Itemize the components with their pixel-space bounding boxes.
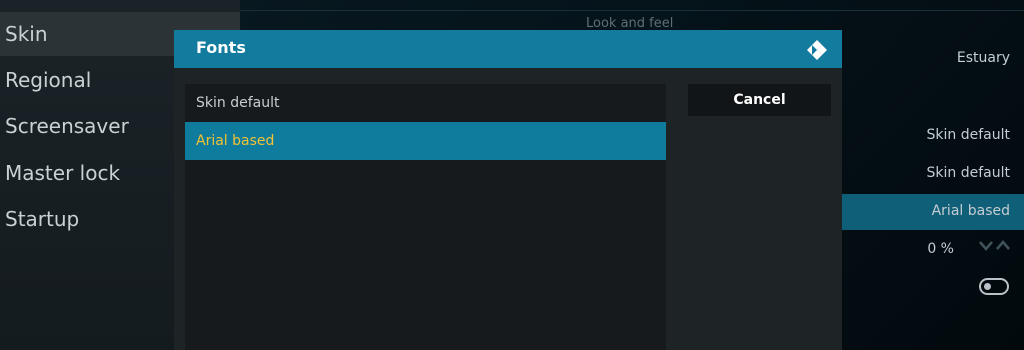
colours-setting-value[interactable]: Skin default (927, 165, 1010, 181)
dialog-header: Fonts (174, 30, 842, 68)
section-header: Look and feel (586, 16, 674, 31)
skin-setting-value[interactable]: Estuary (957, 50, 1010, 66)
kodi-logo-icon (804, 37, 830, 63)
toggle-knob (984, 283, 991, 290)
fonts-dialog: Fonts Skin default Arial based Cancel (174, 30, 842, 350)
kodi-settings-screen: Skin Regional Screensaver Master lock St… (0, 0, 1024, 350)
fonts-setting-value[interactable]: Arial based (932, 203, 1010, 219)
font-options-list: Skin default Arial based (185, 84, 666, 350)
option-skin-default[interactable]: Skin default (185, 84, 666, 122)
zoom-setting-value[interactable]: 0 % (927, 241, 954, 257)
option-arial-based[interactable]: Arial based (185, 122, 666, 160)
theme-setting-value[interactable]: Skin default (927, 127, 1010, 143)
header-divider (240, 10, 1024, 11)
zoom-spinner-arrows-icon[interactable] (978, 238, 1012, 257)
dialog-title: Fonts (196, 38, 246, 57)
cancel-button[interactable]: Cancel (688, 84, 831, 116)
toggle-switch[interactable] (979, 278, 1009, 295)
